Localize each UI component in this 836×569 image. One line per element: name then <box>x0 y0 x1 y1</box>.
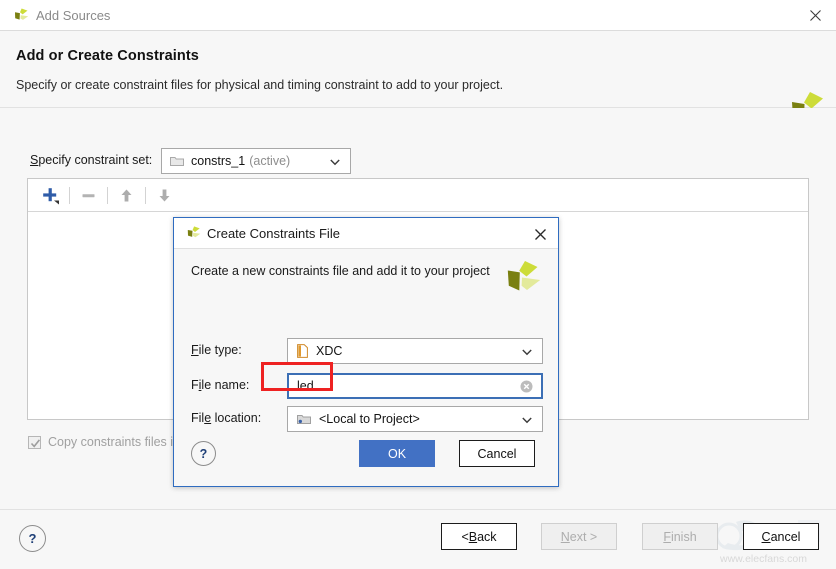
copy-constraints-checkbox[interactable] <box>28 436 41 449</box>
file-location-label: File location: <box>191 411 261 425</box>
constraint-set-label: Specify constraint set: <box>30 153 152 167</box>
arrow-down-icon[interactable] <box>149 180 180 211</box>
copy-constraints-label: Copy constraints files i <box>48 435 173 449</box>
chevron-down-icon <box>521 346 533 358</box>
clear-circle-icon[interactable] <box>520 380 533 393</box>
minus-icon[interactable] <box>73 180 104 211</box>
dialog-help-button[interactable]: ? <box>191 441 216 466</box>
finish-button-rest: inish <box>671 530 697 544</box>
file-name-label-pre: F <box>191 378 199 392</box>
file-name-label: File name: <box>191 378 249 392</box>
next-button-mnemonic: N <box>561 530 570 544</box>
file-type-value: XDC <box>316 344 342 358</box>
page-header: Add or Create Constraints Specify or cre… <box>0 31 836 108</box>
dialog-titlebar: Create Constraints File <box>174 218 558 249</box>
finish-button-mnemonic: F <box>663 530 671 544</box>
xdc-file-icon <box>297 344 308 358</box>
file-location-value: <Local to Project> <box>319 412 420 426</box>
next-button-rest: ext > <box>570 530 597 544</box>
next-button: Next > <box>541 523 617 550</box>
page-subtitle: Specify or create constraint files for p… <box>16 78 503 92</box>
back-button-prefix: < <box>461 530 468 544</box>
file-location-label-pre: Fil <box>191 411 204 425</box>
close-icon[interactable] <box>530 224 550 244</box>
back-button-rest: ack <box>477 530 496 544</box>
file-type-label: File type: <box>191 343 242 357</box>
vivado-logo-icon <box>12 7 30 25</box>
vivado-logo-icon <box>502 258 544 300</box>
file-location-label-rest: location: <box>211 411 261 425</box>
toolbar-separator <box>145 187 146 204</box>
finish-button: Finish <box>642 523 718 550</box>
file-name-row: File name: <box>191 373 543 399</box>
file-type-dropdown[interactable]: XDC <box>287 338 543 364</box>
file-location-row: File location: <Local to Project> <box>191 406 543 432</box>
ok-button[interactable]: OK <box>359 440 435 467</box>
vivado-logo-icon <box>185 225 202 242</box>
copy-constraints-option[interactable]: Copy constraints files i <box>28 435 173 449</box>
back-button[interactable]: < Back <box>441 523 517 550</box>
page-title: Add or Create Constraints <box>16 48 199 64</box>
cancel-button[interactable]: Cancel <box>743 523 819 550</box>
toolbar-separator <box>107 187 108 204</box>
file-name-field[interactable] <box>287 373 543 399</box>
create-constraints-file-dialog: Create Constraints File Create a new con… <box>173 217 559 487</box>
dialog-description: Create a new constraints file and add it… <box>191 264 490 278</box>
folder-local-icon <box>297 413 311 425</box>
cancel-button-mnemonic: C <box>762 530 771 544</box>
back-button-mnemonic: B <box>469 530 477 544</box>
constraint-set-row: Specify constraint set: constrs_1 (activ… <box>30 148 370 174</box>
files-toolbar <box>28 179 808 212</box>
chevron-down-icon <box>521 414 533 426</box>
constraint-set-state: (active) <box>249 154 290 168</box>
constraint-set-label-rest: pecify constraint set: <box>38 153 152 167</box>
plus-icon[interactable] <box>35 180 66 211</box>
file-name-label-rest: le name: <box>201 378 249 392</box>
chevron-down-icon <box>329 156 341 168</box>
file-type-label-rest: ile type: <box>199 343 242 357</box>
file-name-input[interactable] <box>297 376 502 396</box>
copy-label-text: Copy constraints files i <box>48 435 173 449</box>
file-type-label-mnemonic: F <box>191 343 199 357</box>
dialog-cancel-button[interactable]: Cancel <box>459 440 535 467</box>
file-type-row: File type: XDC <box>191 338 543 364</box>
arrow-up-icon[interactable] <box>111 180 142 211</box>
toolbar-separator <box>69 187 70 204</box>
constraint-set-value: constrs_1 <box>191 154 245 168</box>
help-button[interactable]: ? <box>19 525 46 552</box>
window-titlebar: Add Sources <box>0 0 836 31</box>
constraint-set-dropdown[interactable]: constrs_1 (active) <box>161 148 351 174</box>
window-title: Add Sources <box>36 7 110 24</box>
dialog-title: Create Constraints File <box>207 225 340 242</box>
file-location-dropdown[interactable]: <Local to Project> <box>287 406 543 432</box>
close-icon[interactable] <box>794 0 836 30</box>
folder-icon <box>170 155 184 167</box>
cancel-button-rest: ancel <box>771 530 801 544</box>
